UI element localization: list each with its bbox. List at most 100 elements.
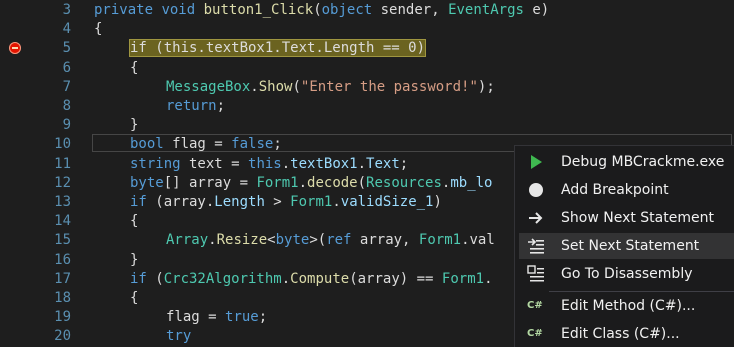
code-token: >( [309, 232, 327, 249]
menu-item-debug[interactable]: Debug MBCrackme.exe [519, 149, 734, 175]
menu-item-edit-method[interactable]: C# Edit Method (C#)... [519, 293, 734, 319]
code-text: } [130, 251, 138, 270]
play-icon [527, 153, 545, 171]
code-token: Form1 [290, 194, 333, 210]
code-token: ; [258, 309, 268, 326]
line-number: 3 [62, 2, 71, 18]
code-token: EventArgs [448, 2, 524, 18]
code-token: object [321, 2, 373, 18]
menu-item-label: Set Next Statement [561, 238, 700, 254]
menu-item-edit-class[interactable]: C# Edit Class (C#)... [519, 321, 734, 347]
code-token: . [250, 78, 259, 95]
code-text: flag = true; [166, 308, 267, 327]
code-token: mb_lo [450, 174, 493, 191]
code-token: bool [130, 136, 164, 153]
line-number: 16 [54, 251, 71, 268]
menu-item-show-next-statement[interactable]: Show Next Statement [519, 205, 734, 231]
line-number: 6 [62, 59, 71, 76]
code-token: . [281, 270, 291, 287]
code-line[interactable]: 5 if (this.textBox1.Text.Length == 0) [0, 39, 734, 58]
code-token: ) [433, 194, 442, 210]
code-token: } [130, 117, 139, 134]
menu-item-go-to-disassembly[interactable]: Go To Disassembly [519, 261, 734, 287]
code-text: try [166, 327, 191, 346]
line-number: 13 [54, 194, 71, 210]
code-token: ref [326, 232, 352, 249]
code-token: ( [292, 78, 301, 95]
code-token: sender, [372, 2, 449, 18]
code-token: byte [130, 174, 164, 191]
code-text: if (array.Length > Form1.validSize_1) [130, 193, 442, 212]
code-text: if (this.textBox1.Text.Length == 0) [128, 39, 427, 58]
context-menu: Debug MBCrackme.exe Add Breakpoint Show … [514, 145, 734, 347]
code-token: byte [275, 232, 310, 249]
code-token: if (this.textBox1.Text.Length == 0) [128, 39, 427, 58]
code-token: this [248, 155, 282, 172]
menu-item-label: Edit Method (C#)... [561, 298, 696, 314]
code-text: string text = this.textBox1.Text; [130, 155, 408, 174]
code-token: flag = [166, 309, 226, 326]
code-line[interactable]: 3 private void button1_Click(object sende… [0, 1, 734, 20]
code-token: . [281, 155, 291, 172]
code-text: return; [166, 97, 225, 116]
menu-item-set-next-statement[interactable]: Set Next Statement [519, 233, 734, 259]
code-token: . [357, 155, 367, 172]
code-token: ; [399, 155, 409, 172]
csharp-icon: C# [527, 328, 543, 339]
code-token: Show [258, 78, 293, 95]
code-token: try [166, 328, 192, 345]
code-token: { [94, 21, 103, 38]
code-token: } [130, 251, 139, 268]
code-line[interactable]: 4{ [0, 20, 734, 39]
code-token: Array [166, 232, 209, 249]
code-token: ; [216, 98, 226, 114]
line-number: 20 [54, 328, 71, 345]
code-text: { [130, 289, 138, 308]
code-token: decode [307, 174, 358, 191]
line-number: 5 [62, 40, 71, 57]
line-number: 7 [62, 78, 71, 95]
line-number: 15 [54, 232, 71, 249]
code-token: MessageBox [166, 78, 251, 95]
line-number: 18 [54, 290, 71, 306]
code-token: < [267, 232, 276, 249]
code-text: { [130, 59, 138, 78]
code-token: private [94, 2, 154, 18]
code-token: { [130, 213, 139, 230]
code-token: { [130, 59, 139, 76]
code-token: text = [180, 155, 249, 172]
code-text: } [130, 116, 138, 135]
disassembly-icon [527, 265, 545, 283]
arrow-right-icon [527, 209, 545, 227]
code-token: void [161, 2, 196, 18]
csharp-icon: C# [527, 300, 543, 311]
breakpoint-icon [527, 181, 545, 199]
code-token: Length [214, 194, 265, 210]
line-number: 8 [62, 98, 71, 114]
code-token: .val [461, 232, 495, 249]
line-number: 10 [54, 136, 71, 153]
code-line[interactable]: 7 MessageBox.Show("Enter the password!"); [0, 78, 734, 97]
code-line[interactable]: 6{ [0, 59, 734, 78]
code-text: { [130, 212, 138, 231]
code-line[interactable]: 9} [0, 116, 734, 135]
code-line[interactable]: 8 return; [0, 97, 734, 116]
code-token: . [208, 232, 217, 249]
code-token: Resize [216, 232, 268, 249]
line-number: 9 [62, 117, 71, 134]
code-token: Form1 [418, 232, 462, 249]
line-number: 19 [54, 309, 71, 326]
code-token: ( [146, 270, 164, 287]
line-number: 14 [54, 213, 71, 230]
code-text: Array.Resize<byte>(ref array, Form1.val [166, 231, 495, 250]
code-text: private void button1_Click(object sender… [94, 1, 549, 20]
line-number: 17 [54, 270, 71, 287]
menu-item-label: Edit Class (C#)... [561, 326, 680, 342]
code-text: byte[] array = Form1.decode(Resources.mb… [130, 174, 493, 193]
code-token: Resources [366, 174, 442, 191]
code-token: "Enter the password!" [300, 78, 478, 95]
set-next-statement-icon [527, 237, 545, 255]
menu-item-add-breakpoint[interactable]: Add Breakpoint [519, 177, 734, 203]
code-token: . [298, 174, 308, 191]
